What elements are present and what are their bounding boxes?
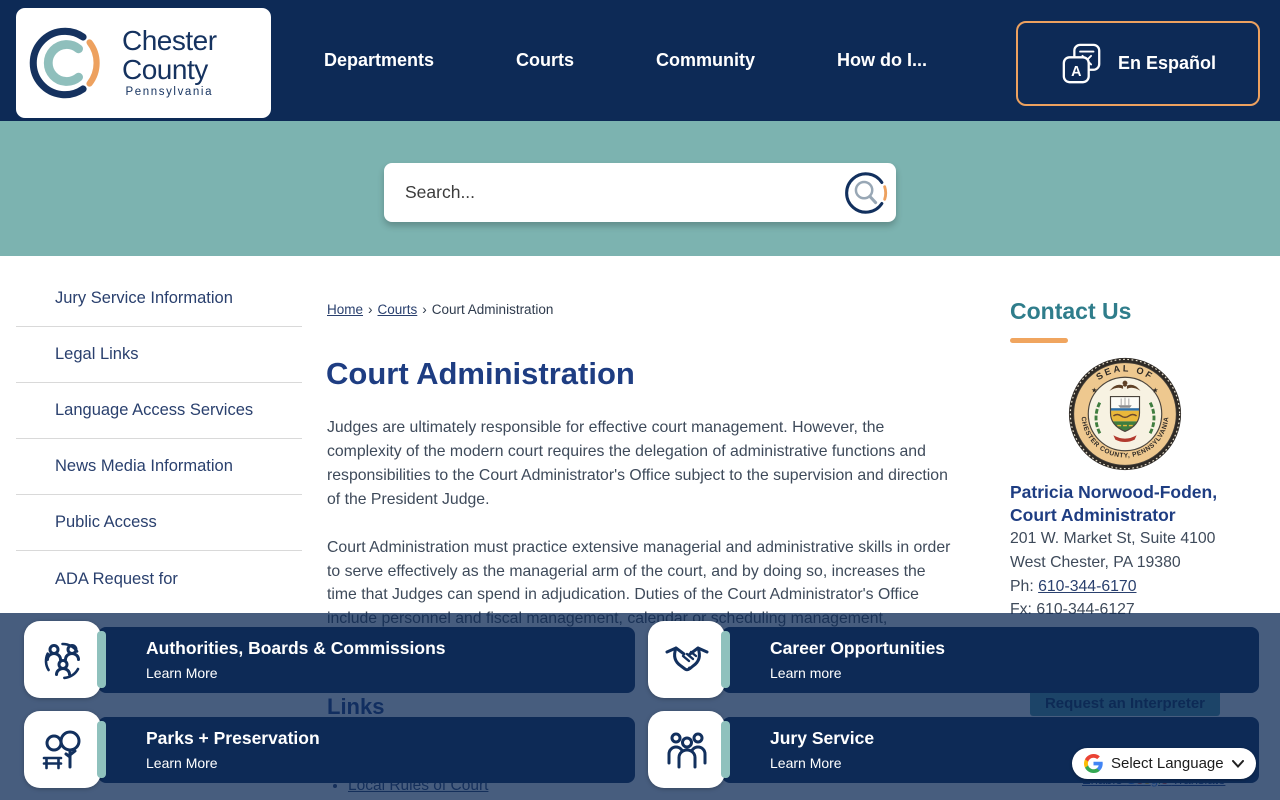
contact-address2: West Chester, PA 19380 xyxy=(1010,553,1181,571)
card-title: Jury Service xyxy=(770,728,875,748)
jury-icon xyxy=(667,732,706,768)
search-box xyxy=(384,163,896,222)
breadcrumb-current: Court Administration xyxy=(431,302,554,317)
card-title: Parks + Preservation xyxy=(146,728,320,748)
logo-line3: Pennsylvania xyxy=(125,86,214,99)
card-parks-preservation[interactable]: Parks + Preservation Learn More xyxy=(24,711,635,788)
nav-item-how-do-i[interactable]: How do I... xyxy=(837,50,927,71)
card-accent-strip xyxy=(721,721,730,778)
handshake-icon xyxy=(665,646,708,671)
nav-item-departments[interactable]: Departments xyxy=(324,50,434,71)
breadcrumb: Home › Courts › Court Administration xyxy=(327,302,553,317)
card-icon-box xyxy=(24,621,101,698)
phone-link[interactable]: 610-344-6170 xyxy=(1038,578,1136,595)
accent-underline xyxy=(1010,338,1068,343)
select-language-widget[interactable]: Select Language xyxy=(1072,748,1256,779)
search-band xyxy=(0,121,1280,256)
chevron-down-icon xyxy=(1232,759,1244,768)
card-icon-box xyxy=(24,711,101,788)
learn-more-link[interactable]: Learn more xyxy=(770,665,842,681)
select-language-label: Select Language xyxy=(1111,755,1224,772)
card-accent-strip xyxy=(97,721,106,778)
translate-icon: A xyxy=(1062,43,1101,83)
card-body: Parks + Preservation Learn More xyxy=(98,716,635,783)
nav-item-courts[interactable]: Courts xyxy=(516,50,574,71)
learn-more-link[interactable]: Learn More xyxy=(770,755,842,771)
card-icon-box xyxy=(648,621,725,698)
google-logo-icon xyxy=(1084,754,1103,773)
card-body: Career Opportunities Learn more xyxy=(722,626,1259,693)
sidebar-item-news-media[interactable]: News Media Information xyxy=(16,439,302,495)
card-accent-strip xyxy=(97,631,106,688)
sidebar-item-public-access[interactable]: Public Access xyxy=(16,495,302,551)
card-title: Career Opportunities xyxy=(770,638,946,658)
left-nav: Jury Service Information Legal Links Lan… xyxy=(16,271,302,607)
en-espanol-label: En Español xyxy=(1117,53,1216,73)
people-network-icon xyxy=(44,642,81,679)
page-title: Court Administration xyxy=(326,356,635,391)
svg-text:★: ★ xyxy=(1152,387,1158,395)
contact-address1: 201 W. Market St, Suite 4100 xyxy=(1010,530,1216,547)
card-icon-box xyxy=(648,711,725,788)
paragraph-1: Judges are ultimately responsible for ef… xyxy=(327,419,948,508)
contact-heading: Contact Us xyxy=(1010,298,1132,324)
breadcrumb-separator: › xyxy=(368,302,373,317)
main-nav: Departments Courts Community How do I... xyxy=(324,0,927,121)
contact-phone-line: Ph: 610-344-6170 xyxy=(1010,577,1137,595)
learn-more-link[interactable]: Learn More xyxy=(146,755,218,771)
search-button[interactable] xyxy=(840,167,892,219)
park-icon xyxy=(42,730,80,769)
card-authorities-boards[interactable]: Authorities, Boards & Commissions Learn … xyxy=(24,621,635,698)
chester-county-logo-icon xyxy=(29,27,100,99)
breadcrumb-separator: › xyxy=(422,302,427,317)
sidebar-item-ada-request[interactable]: ADA Request for xyxy=(16,551,302,607)
sidebar-item-language-access[interactable]: Language Access Services xyxy=(16,383,302,439)
logo-text: Chester County Pennsylvania xyxy=(122,27,217,99)
card-body: Authorities, Boards & Commissions Learn … xyxy=(98,626,635,693)
nav-item-community[interactable]: Community xyxy=(656,50,755,71)
search-input[interactable] xyxy=(384,163,840,222)
card-title: Authorities, Boards & Commissions xyxy=(146,638,446,658)
contact-name: Patricia Norwood-Foden, Court Administra… xyxy=(1010,482,1218,525)
sidebar-item-legal-links[interactable]: Legal Links xyxy=(16,327,302,383)
learn-more-link[interactable]: Learn More xyxy=(146,665,218,681)
county-seal: SEAL OF CHESTER COUNTY, PENNSYLVANIA ★ ★ xyxy=(1068,357,1182,471)
breadcrumb-courts[interactable]: Courts xyxy=(378,302,418,317)
card-accent-strip xyxy=(721,631,730,688)
card-career-opportunities[interactable]: Career Opportunities Learn more xyxy=(648,621,1259,698)
sidebar-item-jury-service[interactable]: Jury Service Information xyxy=(16,271,302,327)
search-icon xyxy=(845,171,888,214)
contact-panel: Contact Us SEAL OF CHESTER COUNTY, PENNS… xyxy=(1010,298,1260,622)
en-espanol-button[interactable]: A En Español xyxy=(1016,21,1260,106)
site-logo[interactable]: Chester County Pennsylvania xyxy=(16,8,271,118)
svg-text:A: A xyxy=(1071,63,1081,79)
svg-text:★: ★ xyxy=(1091,387,1097,395)
logo-line2: County xyxy=(122,53,208,85)
site-header: Chester County Pennsylvania Departments … xyxy=(0,0,1280,121)
logo-line1: Chester xyxy=(122,25,217,57)
page: Chester County Pennsylvania Departments … xyxy=(0,0,1280,800)
breadcrumb-home[interactable]: Home xyxy=(327,302,363,317)
